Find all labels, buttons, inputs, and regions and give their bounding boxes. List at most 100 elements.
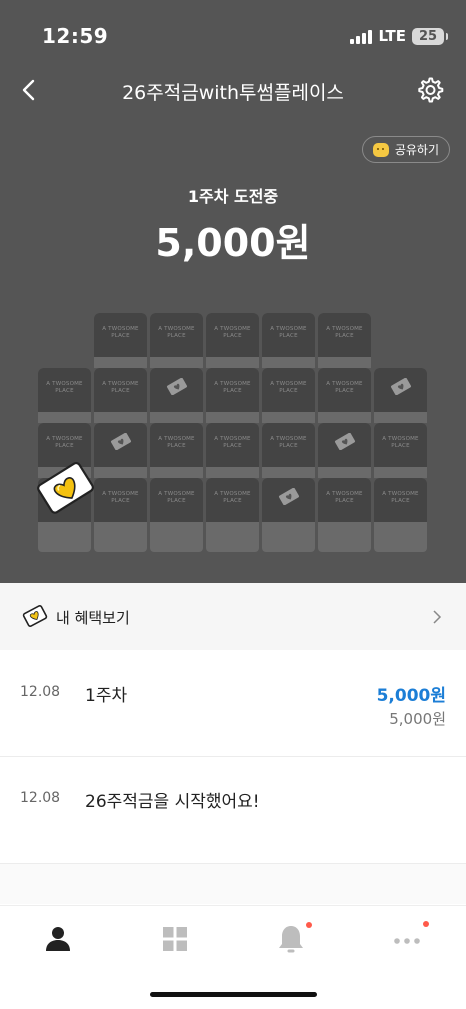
stamp-cell xyxy=(318,423,371,467)
brand-label: A TWOSOME PLACE xyxy=(158,326,195,339)
stamp-cell-base xyxy=(374,467,427,478)
stamp-cell-base xyxy=(262,467,315,478)
benefits-row[interactable]: 내 혜택보기 xyxy=(0,583,466,650)
brand-label: A TWOSOME PLACE xyxy=(158,491,195,504)
stamp-grid: A TWOSOME PLACE A TWOSOME PLACE A TWOSOME PLA… xyxy=(37,313,428,552)
coupon-heart-icon xyxy=(22,605,48,627)
brand-label: A TWOSOME PLACE xyxy=(158,436,195,449)
history-date: 12.08 xyxy=(20,790,61,806)
saved-amount: 5,000원 xyxy=(155,221,311,265)
stamp-cell-base xyxy=(94,467,147,478)
stamp-cell: A TWOSOME PLACE xyxy=(94,368,147,412)
coupon-icon xyxy=(279,488,299,505)
stamp-cell-base xyxy=(150,522,203,552)
stamp-cell: A TWOSOME PLACE xyxy=(262,423,315,467)
notification-badge xyxy=(306,922,312,928)
stamp-cell: A TWOSOME PLACE xyxy=(150,478,203,522)
brand-label: A TWOSOME PLACE xyxy=(102,381,139,394)
stamp-cell: A TWOSOME PLACE xyxy=(206,478,259,522)
history-item: 12.08 26주적금을 시작했어요! xyxy=(0,757,466,863)
brand-label: A TWOSOME PLACE xyxy=(382,436,419,449)
stamp-cell-base xyxy=(38,412,91,423)
stamp-cell-base xyxy=(262,412,315,423)
brand-label: A TWOSOME PLACE xyxy=(46,436,83,449)
status-indicators: LTE 25 xyxy=(350,27,448,45)
stamp-cell-base xyxy=(262,357,315,368)
stamp-cell: A TWOSOME PLACE xyxy=(318,368,371,412)
history-item: 12.08 1주차 5,000원 5,000원 xyxy=(0,650,466,756)
stamp-cell: A TWOSOME PLACE xyxy=(318,313,371,357)
stamp-cell-base xyxy=(206,467,259,478)
stamp-cell-base xyxy=(318,522,371,552)
stamp-cell-base xyxy=(318,357,371,368)
brand-label: A TWOSOME PLACE xyxy=(214,326,251,339)
profile-icon[interactable] xyxy=(41,922,75,956)
settings-gear-icon[interactable] xyxy=(416,76,444,104)
network-label: LTE xyxy=(378,27,406,45)
stamp-cell: A TWOSOME PLACE xyxy=(150,423,203,467)
more-badge xyxy=(423,921,429,927)
stamp-cell-base xyxy=(206,357,259,368)
stamp-cell: A TWOSOME PLACE xyxy=(262,313,315,357)
status-time: 12:59 xyxy=(42,24,109,48)
stamp-cell xyxy=(374,368,427,412)
challenge-panel: 12:59 LTE 25 26주적금with투썸플레이스 공유하기 1주차 도전… xyxy=(0,0,466,583)
stamp-cell-base xyxy=(150,357,203,368)
stamp-cell: A TWOSOME PLACE xyxy=(262,368,315,412)
current-week-coupon-icon[interactable] xyxy=(32,457,98,517)
home-indicator xyxy=(150,992,317,997)
stamp-cell xyxy=(150,368,203,412)
character-icon xyxy=(372,142,389,157)
signal-icon xyxy=(350,28,373,44)
stamp-cell-base xyxy=(94,522,147,552)
more-icon[interactable] xyxy=(390,922,424,956)
brand-label: A TWOSOME PLACE xyxy=(270,381,307,394)
brand-label: A TWOSOME PLACE xyxy=(270,326,307,339)
battery-icon: 25 xyxy=(412,27,448,45)
stamp-cell-base xyxy=(94,357,147,368)
stamp-cell-base xyxy=(150,467,203,478)
page-title: 26주적금with투썸플레이스 xyxy=(122,82,344,104)
brand-label: A TWOSOME PLACE xyxy=(326,326,363,339)
stamp-cell: A TWOSOME PLACE xyxy=(206,313,259,357)
stamp-cell xyxy=(94,423,147,467)
grid-icon[interactable] xyxy=(158,922,192,956)
share-label: 공유하기 xyxy=(394,143,439,157)
stamp-cell: A TWOSOME PLACE xyxy=(94,313,147,357)
brand-label: A TWOSOME PLACE xyxy=(102,491,139,504)
brand-label: A TWOSOME PLACE xyxy=(214,491,251,504)
history-amount: 5,000원 xyxy=(376,686,446,706)
stamp-cell-base xyxy=(318,467,371,478)
stamp-cell: A TWOSOME PLACE xyxy=(206,423,259,467)
stamp-cell: A TWOSOME PLACE xyxy=(374,478,427,522)
history-balance: 5,000원 xyxy=(389,710,446,728)
stamp-cell: A TWOSOME PLACE xyxy=(374,423,427,467)
brand-label: A TWOSOME PLACE xyxy=(326,381,363,394)
stamp-cell-base xyxy=(374,522,427,552)
brand-label: A TWOSOME PLACE xyxy=(270,436,307,449)
brand-label: A TWOSOME PLACE xyxy=(382,491,419,504)
coupon-icon xyxy=(335,433,355,450)
brand-label: A TWOSOME PLACE xyxy=(214,381,251,394)
stamp-cell-base xyxy=(38,522,91,552)
stamp-cell-base xyxy=(206,522,259,552)
stamp-cell-base xyxy=(150,412,203,423)
stamp-cell-base xyxy=(94,412,147,423)
stamp-cell: A TWOSOME PLACE xyxy=(38,368,91,412)
bell-icon[interactable] xyxy=(274,922,308,956)
brand-label: A TWOSOME PLACE xyxy=(326,491,363,504)
stamp-cell: A TWOSOME PLACE xyxy=(318,478,371,522)
share-button[interactable]: 공유하기 xyxy=(361,136,450,163)
coupon-icon xyxy=(391,378,411,395)
brand-label: A TWOSOME PLACE xyxy=(102,326,139,339)
stamp-cell-base xyxy=(262,522,315,552)
stamp-cell: A TWOSOME PLACE xyxy=(150,313,203,357)
stamp-cell-base xyxy=(318,412,371,423)
history-text: 26주적금을 시작했어요! xyxy=(85,792,260,812)
chevron-right-icon xyxy=(433,610,442,624)
stamp-cell xyxy=(262,478,315,522)
stamp-cell: A TWOSOME PLACE xyxy=(206,368,259,412)
brand-label: A TWOSOME PLACE xyxy=(214,436,251,449)
week-status: 1주차 도전중 xyxy=(187,187,279,206)
brand-label: A TWOSOME PLACE xyxy=(46,381,83,394)
